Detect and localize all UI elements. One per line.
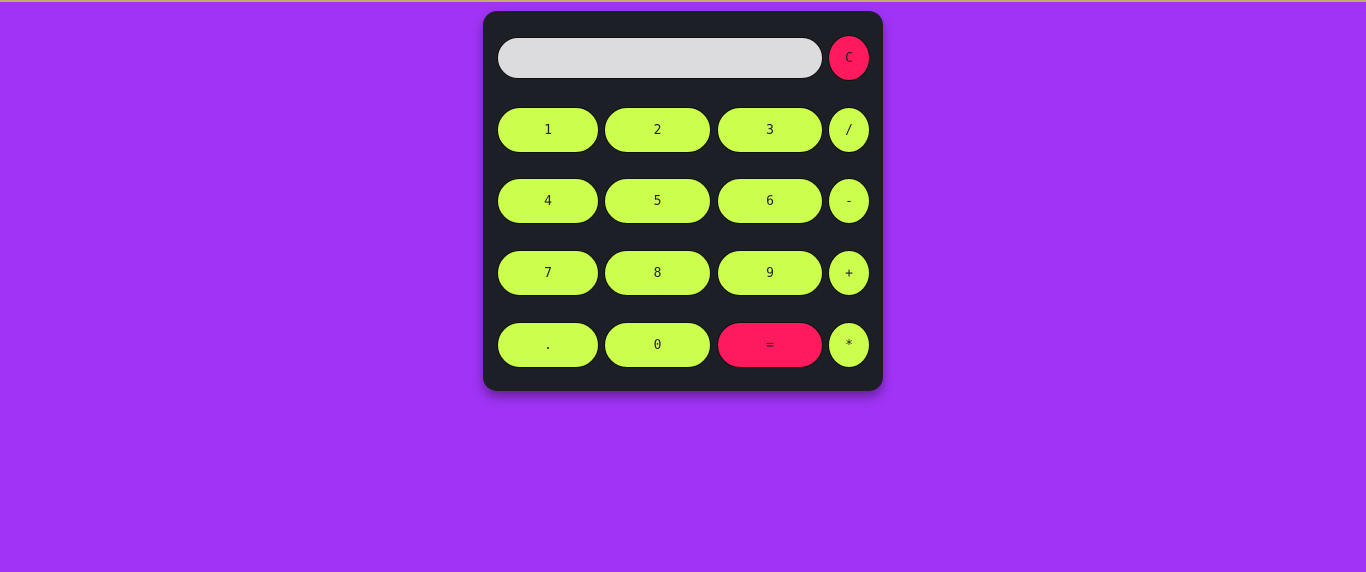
digit-6-button[interactable]: 6 [717,178,823,224]
divide-button[interactable]: / [828,107,870,153]
digit-0-button[interactable]: 0 [604,322,711,368]
subtract-button[interactable]: - [828,178,870,224]
digit-8-button[interactable]: 8 [604,250,711,296]
digit-1-button[interactable]: 1 [497,107,599,153]
digit-3-button[interactable]: 3 [717,107,823,153]
digit-7-button[interactable]: 7 [497,250,599,296]
display-field[interactable] [497,37,823,79]
digit-2-button[interactable]: 2 [604,107,711,153]
digit-5-button[interactable]: 5 [604,178,711,224]
multiply-button[interactable]: * [828,322,870,368]
digit-9-button[interactable]: 9 [717,250,823,296]
digit-4-button[interactable]: 4 [497,178,599,224]
clear-button[interactable]: C [828,35,870,81]
equals-button[interactable]: = [717,322,823,368]
decimal-button[interactable]: . [497,322,599,368]
calculator: C 1 2 3 / 4 5 6 - 7 8 9 + . 0 = * [483,11,883,391]
add-button[interactable]: + [828,250,870,296]
